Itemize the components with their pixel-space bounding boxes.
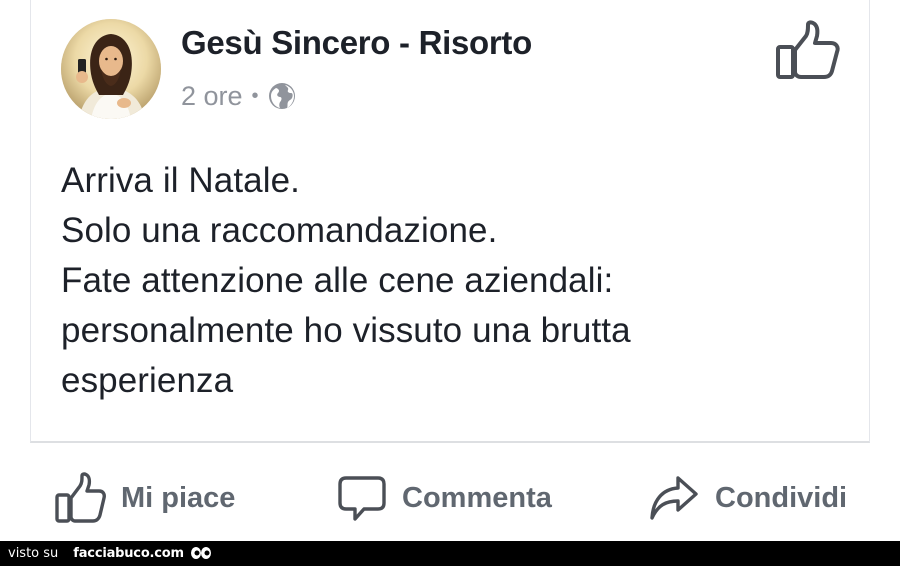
meta-separator: • — [251, 84, 259, 107]
share-label: Condividi — [715, 481, 848, 514]
like-label: Mi piace — [121, 481, 236, 514]
globe-icon[interactable] — [267, 81, 297, 111]
post-text-line: Solo una raccomandazione. — [61, 211, 498, 250]
comment-button[interactable]: Commenta — [337, 463, 552, 533]
avatar[interactable] — [61, 19, 161, 119]
speech-bubble-icon — [338, 476, 386, 521]
post-text-line: Fate attenzione alle cene aziendali: — [61, 261, 614, 300]
like-button[interactable]: Mi piace — [54, 463, 235, 533]
post-card: Gesù Sincero - Risorto 2 ore • Arriva il… — [30, 0, 870, 443]
post-text-line: Arriva il Natale. — [61, 161, 300, 200]
post-text-line: personalmente ho vissuto una brutta — [61, 311, 631, 350]
eyes-icon — [190, 545, 212, 563]
comment-label: Commenta — [402, 481, 552, 514]
thumbs-up-icon — [55, 472, 106, 523]
footer-site-link[interactable]: facciabuco.com — [73, 546, 184, 561]
thumbs-up-icon[interactable] — [775, 20, 841, 80]
share-button[interactable]: Condividi — [649, 463, 847, 533]
share-arrow-icon — [650, 476, 698, 520]
post-meta: 2 ore • — [181, 80, 297, 112]
timestamp[interactable]: 2 ore — [181, 81, 243, 112]
post-text-line: esperienza — [61, 361, 234, 400]
avatar-portrait — [61, 19, 161, 119]
post-text: Arriva il Natale. Solo una raccomandazio… — [61, 156, 841, 406]
footer-prefix: visto su — [8, 546, 59, 561]
footer-bar: visto su facciabuco.com — [0, 541, 900, 566]
action-bar: Mi piace Commenta Condividi — [0, 463, 900, 533]
author-name[interactable]: Gesù Sincero - Risorto — [181, 24, 532, 62]
